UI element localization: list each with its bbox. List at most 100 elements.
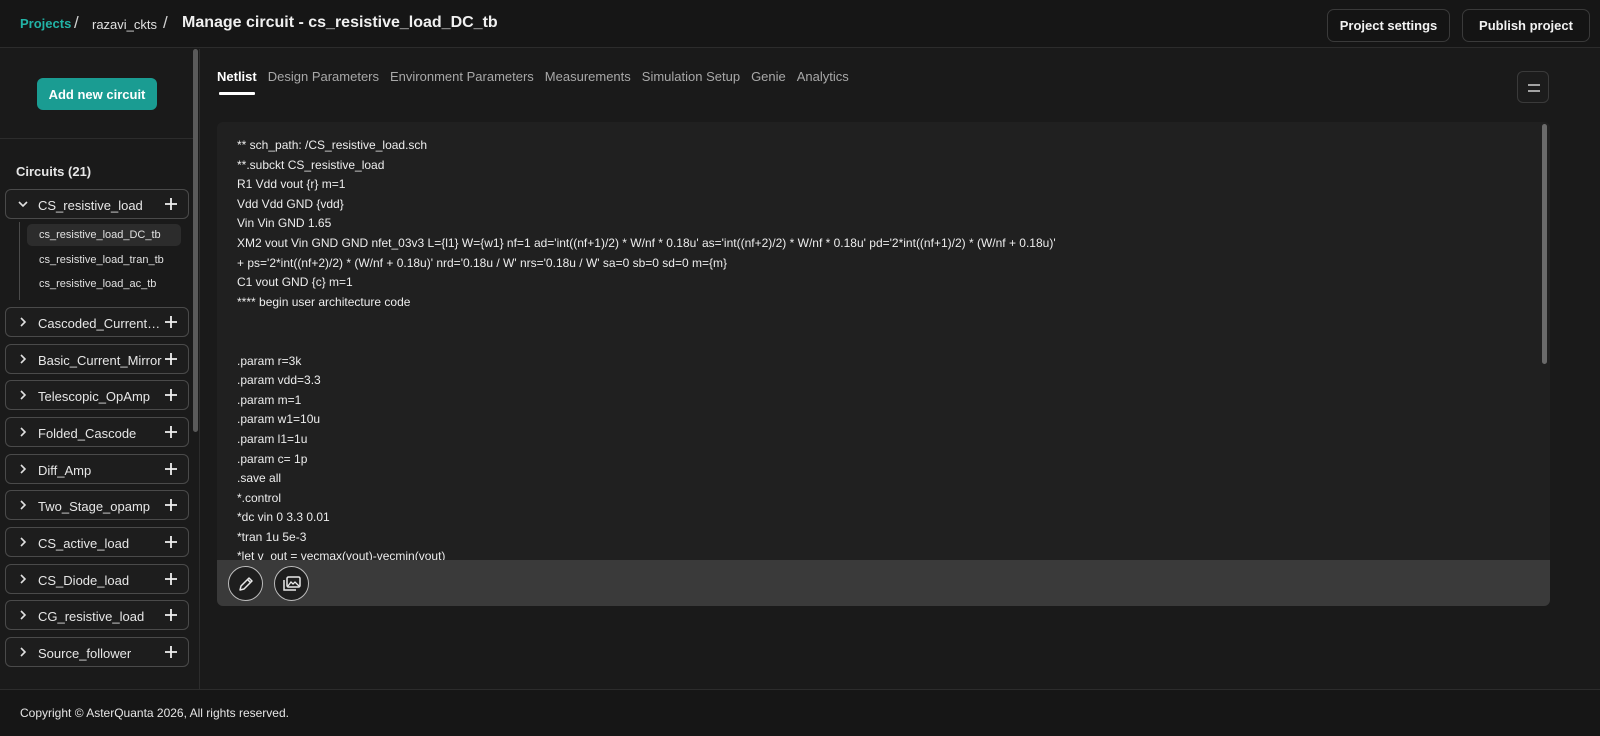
tab-environment-parameters[interactable]: Environment Parameters: [390, 69, 534, 95]
publish-project-button[interactable]: Publish project: [1462, 9, 1590, 42]
tab-measurements[interactable]: Measurements: [545, 69, 631, 95]
breadcrumb-separator: /: [163, 13, 168, 32]
netlist-line: .param m=1: [237, 392, 302, 407]
plus-icon[interactable]: [163, 351, 179, 367]
menu-button[interactable]: [1517, 71, 1549, 103]
netlist-line: .param c= 1p: [237, 451, 308, 466]
pencil-icon: [238, 576, 253, 591]
circuit-item-label: Two_Stage_opamp: [38, 499, 151, 514]
plus-icon[interactable]: [163, 644, 179, 660]
menu-icon: [1528, 84, 1540, 92]
netlist-line: *dc vin 0 3.3 0.01: [237, 510, 330, 525]
tab-netlist[interactable]: Netlist: [217, 69, 257, 95]
sidebar-divider: [0, 138, 193, 139]
add-new-circuit-button[interactable]: Add new circuit: [37, 78, 157, 110]
sidebar-scrollbar[interactable]: [193, 49, 198, 432]
plus-icon[interactable]: [163, 497, 179, 513]
plus-icon[interactable]: [163, 571, 179, 587]
chevron-right-icon[interactable]: [16, 498, 30, 512]
editor-scrollbar[interactable]: [1542, 124, 1547, 364]
chevron-right-icon[interactable]: [16, 388, 30, 402]
plus-icon[interactable]: [163, 534, 179, 550]
netlist-line: ** sch_path: /CS_resistive_load.sch: [237, 138, 428, 152]
testbench-item[interactable]: cs_resistive_load_ac_tb: [27, 273, 181, 295]
circuit-item-label: CS_Diode_load: [38, 573, 130, 588]
project-settings-button[interactable]: Project settings: [1327, 9, 1450, 42]
circuits-count-heading: Circuits (21): [16, 164, 92, 179]
circuit-item-label: CG_resistive_load: [38, 609, 145, 624]
circuits-sidebar: Add new circuit Circuits (21) CS_resisti…: [0, 49, 200, 689]
plus-icon[interactable]: [163, 461, 179, 477]
circuit-item[interactable]: Basic_Current_Mirror: [5, 344, 189, 374]
circuit-item-label: Folded_Cascode: [38, 426, 137, 441]
page-title: Manage circuit - cs_resistive_load_DC_tb: [182, 14, 498, 31]
chevron-down-icon[interactable]: [16, 197, 30, 211]
circuit-item[interactable]: Two_Stage_opamp: [5, 490, 189, 520]
tree-connector: [19, 222, 20, 300]
chevron-right-icon[interactable]: [16, 572, 30, 586]
circuit-item-label: CS_active_load: [38, 536, 130, 551]
netlist-line: .param w1=10u: [237, 412, 321, 427]
netlist-line: *.control: [237, 490, 282, 505]
circuit-item-label: Source_follower: [38, 646, 132, 661]
plus-icon[interactable]: [163, 387, 179, 403]
circuit-item[interactable]: CG_resistive_load: [5, 600, 189, 630]
netlist-line: XM2 vout Vin GND GND nfet_03v3 L={l1} W=…: [237, 235, 1056, 250]
netlist-line: + ps='2*int((nf+2)/2) * (W/nf + 0.18u)' …: [237, 255, 728, 270]
main-panel: Netlist Design Parameters Environment Para…: [200, 49, 1600, 689]
netlist-line: C1 vout GND {c} m=1: [237, 275, 353, 290]
plus-icon[interactable]: [163, 424, 179, 440]
testbench-item[interactable]: cs_resistive_load_DC_tb: [27, 224, 181, 246]
tab-design-parameters[interactable]: Design Parameters: [268, 69, 379, 95]
edit-netlist-button[interactable]: [228, 566, 263, 601]
netlist-line: .param vdd=3.3: [237, 373, 321, 388]
tab-simulation-setup[interactable]: Simulation Setup: [642, 69, 740, 95]
netlist-line: .save all: [237, 471, 282, 486]
tab-bar: Netlist Design Parameters Environment Para…: [217, 69, 860, 95]
chevron-right-icon[interactable]: [16, 352, 30, 366]
copyright-text: Copyright © AsterQuanta 2026, All rights…: [20, 706, 289, 720]
plus-icon[interactable]: [163, 607, 179, 623]
netlist-line: Vdd Vdd GND {vdd}: [237, 196, 344, 211]
netlist-editor[interactable]: ** sch_path: /CS_resistive_load.sch **.su…: [217, 122, 1550, 606]
breadcrumb-projects-link[interactable]: Projects: [20, 16, 71, 31]
netlist-code[interactable]: ** sch_path: /CS_resistive_load.sch **.su…: [237, 136, 1537, 560]
view-schematic-button[interactable]: [274, 566, 309, 601]
top-header: Projects / razavi_ckts / Manage circuit …: [0, 0, 1600, 48]
netlist-line: **.subckt CS_resistive_load: [237, 157, 385, 172]
breadcrumb-project-link[interactable]: razavi_ckts: [92, 17, 157, 32]
chevron-right-icon[interactable]: [16, 608, 30, 622]
page-footer: Copyright © AsterQuanta 2026, All rights…: [0, 689, 1600, 736]
editor-toolbar: [217, 560, 1550, 606]
circuit-item-label: Basic_Current_Mirror: [38, 353, 162, 368]
circuit-item[interactable]: CS_Diode_load: [5, 564, 189, 594]
breadcrumb-separator: /: [74, 13, 79, 32]
netlist-line: R1 Vdd vout {r} m=1: [237, 177, 346, 192]
chevron-right-icon[interactable]: [16, 645, 30, 659]
circuit-item-label: Telescopic_OpAmp: [38, 389, 150, 404]
netlist-line: **** begin user architecture code: [237, 294, 411, 309]
netlist-line: [237, 332, 1537, 352]
netlist-line: .param l1=1u: [237, 431, 308, 446]
images-icon: [282, 575, 301, 591]
circuit-item[interactable]: Cascoded_Current_M...: [5, 307, 189, 337]
circuit-item[interactable]: Diff_Amp: [5, 454, 189, 484]
testbench-item[interactable]: cs_resistive_load_tran_tb: [27, 249, 181, 271]
netlist-line: Vin Vin GND 1.65: [237, 216, 332, 231]
chevron-right-icon[interactable]: [16, 535, 30, 549]
tab-analytics[interactable]: Analytics: [797, 69, 849, 95]
circuit-item[interactable]: Telescopic_OpAmp: [5, 380, 189, 410]
chevron-right-icon[interactable]: [16, 315, 30, 329]
circuit-item[interactable]: CS_active_load: [5, 527, 189, 557]
circuit-item[interactable]: CS_resistive_load: [5, 189, 189, 219]
plus-icon[interactable]: [163, 314, 179, 330]
chevron-right-icon[interactable]: [16, 462, 30, 476]
circuit-item-label: CS_resistive_load: [38, 198, 143, 213]
tab-genie[interactable]: Genie: [751, 69, 786, 95]
circuit-item[interactable]: Source_follower: [5, 637, 189, 667]
netlist-line: *let v_out = vecmax(vout)-vecmin(vout): [237, 549, 446, 560]
plus-icon[interactable]: [163, 196, 179, 212]
circuit-item[interactable]: Folded_Cascode: [5, 417, 189, 447]
circuit-item-label: Cascoded_Current_M...: [38, 316, 166, 331]
chevron-right-icon[interactable]: [16, 425, 30, 439]
